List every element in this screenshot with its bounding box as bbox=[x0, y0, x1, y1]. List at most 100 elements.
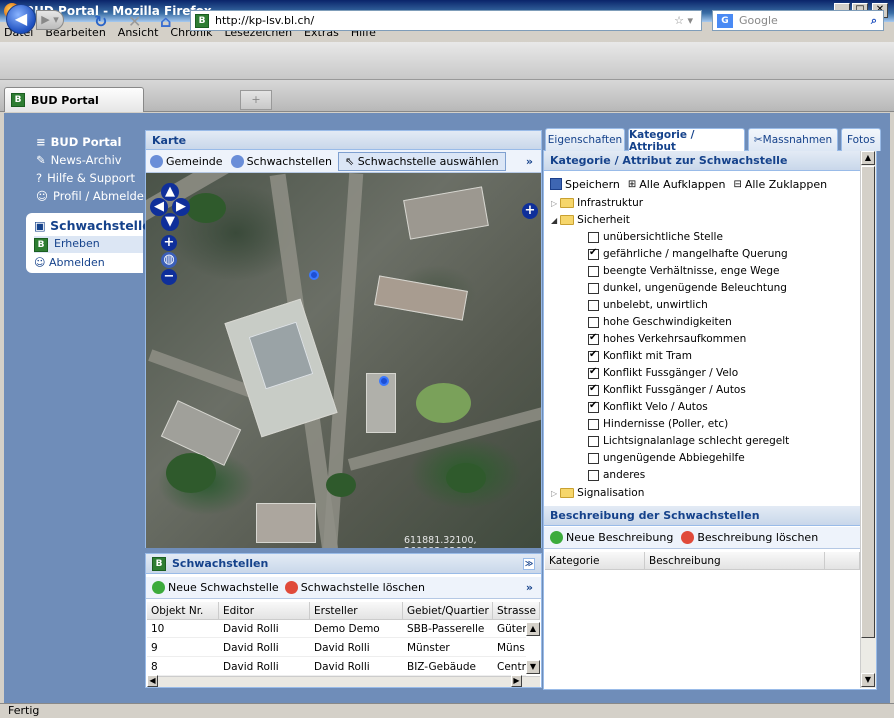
checkbox[interactable] bbox=[588, 418, 599, 430]
scroll-down-icon[interactable]: ▼ bbox=[861, 673, 875, 687]
check-item[interactable]: dunkel, ungenügende Beleuchtung bbox=[588, 282, 787, 294]
new-tab-button[interactable]: + bbox=[240, 90, 272, 110]
collapse-icon[interactable]: ≫ bbox=[523, 557, 535, 570]
sidebar-title[interactable]: ≡ BUD Portal bbox=[36, 135, 122, 149]
checkbox[interactable] bbox=[588, 332, 599, 345]
tab-massnahmen[interactable]: ✂ Massnahmen bbox=[748, 128, 838, 151]
reload-icon[interactable]: ↻ bbox=[94, 12, 107, 31]
checkbox[interactable] bbox=[588, 366, 599, 379]
gemeinde-button[interactable]: Gemeinde bbox=[166, 155, 223, 168]
table-cell[interactable]: Müns bbox=[493, 640, 526, 657]
scroll-up-icon[interactable]: ▲ bbox=[861, 151, 875, 165]
new-schwachstelle-button[interactable]: Neue Schwachstelle bbox=[168, 581, 279, 594]
table-cell[interactable]: David Rolli bbox=[310, 640, 403, 657]
map-more-button[interactable]: » bbox=[526, 155, 533, 168]
check-item[interactable]: hohes Verkehrsaufkommen bbox=[588, 332, 746, 345]
url-bar[interactable]: B http://kp-lsv.bl.ch/ ☆ ▾ bbox=[190, 10, 702, 31]
sidebar-item-news[interactable]: ✎ News-Archiv bbox=[36, 153, 122, 167]
table-cell[interactable]: BIZ-Gebäude bbox=[403, 659, 493, 676]
back-button[interactable]: ◀ bbox=[6, 4, 36, 34]
sidebar-item-profile[interactable]: ☺ Profil / Abmelden bbox=[36, 189, 151, 203]
sidebar-item-abmelden[interactable]: ☺ Abmelden bbox=[34, 256, 105, 269]
bookmark-star-icon[interactable]: ☆ ▾ bbox=[674, 14, 693, 27]
checkbox[interactable] bbox=[588, 247, 599, 260]
search-icon[interactable]: ⌕ bbox=[871, 14, 877, 28]
sidebar-item-help[interactable]: ? Hilfe & Support bbox=[36, 171, 135, 185]
col-editor[interactable]: Editor bbox=[219, 602, 310, 620]
sidebar-section-title[interactable]: ▣ Schwachstellen bbox=[34, 218, 160, 233]
table-cell[interactable]: David Rolli bbox=[219, 621, 310, 638]
checkbox[interactable] bbox=[588, 435, 599, 447]
scroll-left-icon[interactable]: ◀ bbox=[147, 675, 158, 687]
schwachstelle-marker[interactable] bbox=[309, 270, 319, 280]
scroll-right-icon[interactable]: ▶ bbox=[511, 675, 522, 687]
tab-kategorie[interactable]: Kategorie / Attribut bbox=[628, 128, 745, 153]
check-item[interactable]: beengte Verhältnisse, enge Wege bbox=[588, 265, 779, 277]
check-item[interactable]: Lichtsignalanlage schlecht geregelt bbox=[588, 435, 789, 447]
checkbox[interactable] bbox=[588, 231, 599, 243]
check-item[interactable]: Hindernisse (Poller, etc) bbox=[588, 418, 728, 430]
tree-folder-sicherheit[interactable]: ◢ Sicherheit bbox=[551, 214, 630, 226]
table-cell[interactable]: David Rolli bbox=[219, 659, 310, 676]
sidebar-item-erheben[interactable]: B Erheben bbox=[34, 236, 143, 253]
table-cell[interactable]: 9 bbox=[147, 640, 219, 657]
delete-schwachstelle-button[interactable]: Schwachstelle löschen bbox=[301, 581, 425, 594]
check-item[interactable]: gefährliche / mangelhafte Querung bbox=[588, 247, 788, 260]
table-cell[interactable]: 8 bbox=[147, 659, 219, 676]
checkbox[interactable] bbox=[588, 383, 599, 396]
checkbox[interactable] bbox=[588, 400, 599, 413]
table-cell[interactable]: Güter bbox=[493, 621, 526, 638]
map-view[interactable]: ▲ ◀ ▶ ▼ + ◍ − + 611881.32100, 260983.926… bbox=[146, 173, 541, 548]
check-item[interactable]: Konflikt Velo / Autos bbox=[588, 400, 708, 413]
zoom-out-button[interactable]: − bbox=[161, 269, 177, 285]
zoom-in-button[interactable]: + bbox=[161, 235, 177, 251]
table-cell[interactable]: Demo Demo bbox=[310, 621, 403, 638]
check-item[interactable]: unbelebt, unwirtlich bbox=[588, 299, 708, 311]
checkbox[interactable] bbox=[588, 299, 599, 311]
col-kategorie[interactable]: Kategorie bbox=[545, 552, 645, 570]
stop-icon[interactable]: ✕ bbox=[128, 12, 141, 31]
tree-folder-infrastruktur[interactable]: ▷ Infrastruktur bbox=[551, 197, 643, 209]
search-bar[interactable]: G Google ⌕ bbox=[712, 10, 884, 31]
checkbox[interactable] bbox=[588, 316, 599, 328]
table-cell[interactable]: SBB-Passerelle bbox=[403, 621, 493, 638]
check-item[interactable]: hohe Geschwindigkeiten bbox=[588, 316, 732, 328]
tree-folder-signalisation[interactable]: ▷ Signalisation bbox=[551, 487, 644, 499]
select-schwachstelle-button[interactable]: ⇖ Schwachstelle auswählen bbox=[337, 151, 506, 171]
forward-button[interactable]: ▶ ▾ bbox=[36, 10, 64, 30]
home-icon[interactable]: ⌂ bbox=[160, 12, 171, 31]
scroll-up-icon[interactable]: ▲ bbox=[526, 622, 540, 636]
check-item[interactable]: Konflikt mit Tram bbox=[588, 349, 692, 362]
delete-beschreibung-button[interactable]: Beschreibung löschen bbox=[697, 531, 818, 544]
table-cell[interactable]: Centr bbox=[493, 659, 526, 676]
layer-switcher-button[interactable]: + bbox=[522, 203, 538, 219]
checkbox[interactable] bbox=[588, 265, 599, 277]
col-beschreibung[interactable]: Beschreibung bbox=[645, 552, 825, 570]
checkbox[interactable] bbox=[588, 349, 599, 362]
zoom-world-icon[interactable]: ◍ bbox=[161, 252, 177, 268]
schwachstellen-button[interactable]: Schwachstellen bbox=[247, 155, 332, 168]
col-ersteller[interactable]: Ersteller bbox=[310, 602, 403, 620]
new-beschreibung-button[interactable]: Neue Beschreibung bbox=[566, 531, 673, 544]
collapse-all-button[interactable]: Alle Zuklappen bbox=[745, 178, 827, 191]
tab-eigenschaften[interactable]: Eigenschaften bbox=[545, 128, 625, 151]
check-item[interactable]: Konflikt Fussgänger / Velo bbox=[588, 366, 738, 379]
list-more-button[interactable]: » bbox=[526, 581, 533, 594]
col-gebiet[interactable]: Gebiet/Quartier bbox=[403, 602, 493, 620]
scroll-down-icon[interactable]: ▼ bbox=[526, 660, 540, 674]
check-item[interactable]: ungenügende Abbiegehilfe bbox=[588, 452, 745, 464]
scroll-thumb[interactable] bbox=[861, 166, 875, 638]
checkbox[interactable] bbox=[588, 469, 599, 481]
table-cell[interactable]: Münster bbox=[403, 640, 493, 657]
tab-bud-portal[interactable]: B BUD Portal bbox=[4, 87, 144, 112]
save-button[interactable]: Speichern bbox=[565, 178, 620, 191]
horizontal-scrollbar[interactable] bbox=[147, 676, 540, 687]
table-cell[interactable]: David Rolli bbox=[310, 659, 403, 676]
checkbox[interactable] bbox=[588, 282, 599, 294]
col-strasse[interactable]: Strasse bbox=[493, 602, 540, 620]
check-item[interactable]: anderes bbox=[588, 469, 645, 481]
pan-down-icon[interactable]: ▼ bbox=[161, 213, 179, 231]
check-item[interactable]: Konflikt Fussgänger / Autos bbox=[588, 383, 746, 396]
table-cell[interactable]: 10 bbox=[147, 621, 219, 638]
schwachstelle-marker[interactable] bbox=[379, 376, 389, 386]
